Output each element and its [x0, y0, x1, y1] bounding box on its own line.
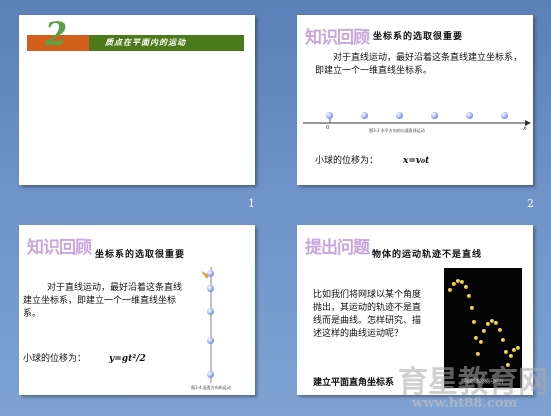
slide-header: 提出问题: [305, 238, 370, 258]
watermark-brand: 育星教育网: [398, 365, 548, 400]
slide-thumbnail-3[interactable]: 知识回顾 坐标系的选取很重要 对于直线运动，最好沿着这条直线建立坐标系，即建立一…: [19, 225, 255, 395]
slide-thumbnail-2[interactable]: 知识回顾 坐标系的选取很重要 对于直线运动，最好沿着这条直线建立坐标系，即建立一…: [297, 15, 533, 185]
ball: [396, 112, 403, 119]
displacement-label: 小球的位移为：: [23, 354, 87, 364]
ball: [466, 112, 473, 119]
slide-number-1: 1: [248, 197, 255, 210]
ball: [501, 112, 508, 119]
axis-x-label: x: [523, 125, 527, 132]
slide-title: 质点在平面内的运动: [105, 37, 186, 47]
ball: [326, 112, 333, 119]
ball: [361, 112, 368, 119]
ball: [207, 285, 214, 292]
slide-thumbnail-1[interactable]: 2 质点在平面内的运动: [19, 15, 255, 185]
axis-origin-label: 0: [326, 125, 330, 131]
slide-paragraph: 对于直线运动，最好沿着这条直线建立坐标系，即建立一个一维直线坐标系。: [23, 283, 183, 319]
ball: [207, 371, 214, 378]
slide-subtitle: 物体的运动轨迹不是直线: [372, 250, 483, 260]
figure-caption: 图3-4 竖直方向的运动: [191, 385, 231, 390]
chapter-number: 2: [45, 15, 68, 53]
displacement-formula: x=v₀t: [403, 156, 430, 166]
slide-header: 知识回顾: [305, 28, 370, 48]
slide-subtitle: 坐标系的选取很重要: [373, 32, 464, 42]
slide-paragraph: 比如我们将网球以某个角度抛出，其运动的轨迹不是直线而是曲线。怎样研究、描述这样的…: [313, 290, 422, 339]
displacement-formula: y=gt²/2: [109, 354, 146, 364]
ball: [431, 112, 438, 119]
figure-caption: 图3-3 水平方向的匀速直线运动: [369, 128, 425, 133]
ball: [207, 308, 214, 315]
slide-header: 知识回顾: [27, 238, 92, 258]
slide-paragraph: 对于直线运动，最好沿着这条直线建立坐标系，即建立一个一维直线坐标系。: [315, 53, 523, 76]
slide-subtitle: 坐标系的选取很重要: [95, 250, 186, 260]
bottom-label: 建立平面直角坐标系: [313, 378, 395, 388]
ball: [207, 270, 214, 277]
watermark-url: www.ht88.com: [412, 396, 518, 411]
slide-number-2: 2: [527, 197, 534, 210]
ball: [207, 337, 214, 344]
displacement-label: 小球的位移为：: [315, 156, 379, 166]
